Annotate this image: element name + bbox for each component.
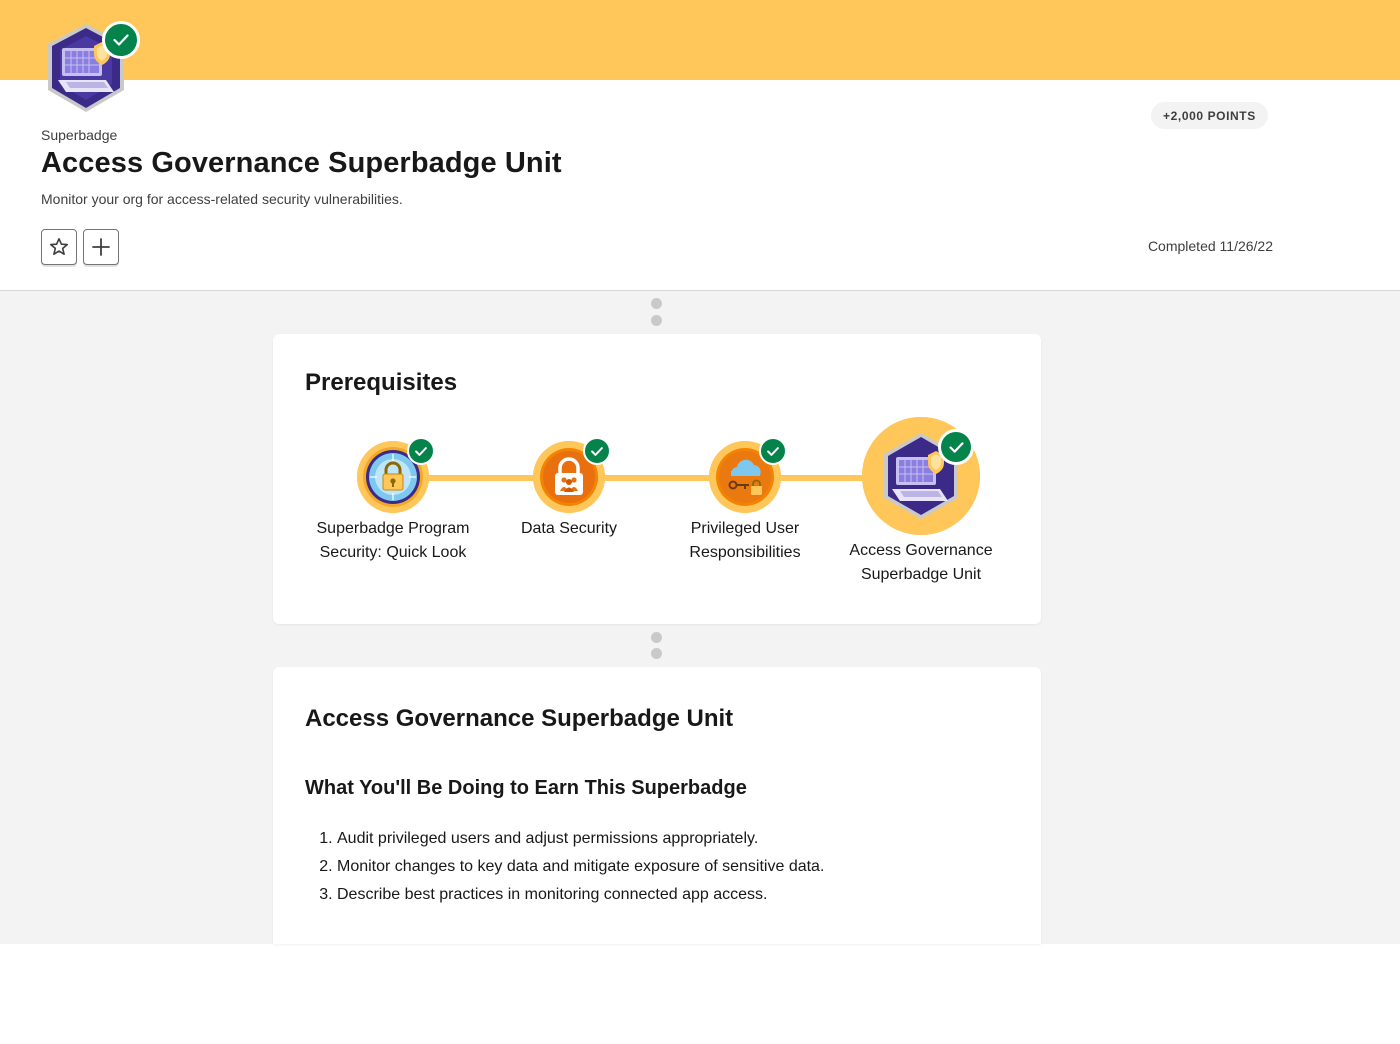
prereq-step-label: Privileged User Responsibilities bbox=[689, 520, 801, 561]
completion-date: Completed 11/26/22 bbox=[1147, 238, 1273, 254]
page-title: Access Governance Superbadge Unit bbox=[41, 147, 562, 179]
task-item: Describe best practices in monitoring co… bbox=[337, 881, 824, 909]
prereq-step-label: Superbadge Program Security: Quick Look bbox=[316, 520, 470, 561]
cloud-key-icon bbox=[709, 437, 787, 513]
connector-dot bbox=[651, 315, 662, 326]
prereq-step-current[interactable]: Access Governance Superbadge Unit bbox=[831, 417, 1011, 587]
connector-dot bbox=[651, 298, 662, 309]
task-item: Audit privileged users and adjust permis… bbox=[337, 825, 824, 853]
laptop-shield-icon bbox=[862, 417, 980, 535]
add-to-trailmix-button[interactable] bbox=[83, 229, 119, 265]
completed-check-icon bbox=[407, 437, 435, 465]
prerequisites-heading: Prerequisites bbox=[305, 369, 458, 396]
connector-dot bbox=[651, 632, 662, 643]
task-item: Monitor changes to key data and mitigate… bbox=[337, 853, 824, 881]
favorite-button[interactable] bbox=[41, 229, 77, 265]
lock-icon bbox=[357, 437, 435, 513]
completed-check-icon bbox=[938, 429, 974, 465]
prereq-step[interactable]: Data Security bbox=[479, 437, 659, 541]
prereq-step[interactable]: Privileged User Responsibilities bbox=[655, 437, 835, 565]
superbadge-hero-icon bbox=[42, 18, 142, 118]
completed-check-icon bbox=[102, 21, 140, 59]
plus-icon bbox=[92, 238, 110, 256]
prereq-step-label: Data Security bbox=[520, 520, 618, 537]
prereq-step-label: Access Governance Superbadge Unit bbox=[849, 542, 993, 583]
unit-card: Access Governance Superbadge Unit What Y… bbox=[273, 667, 1041, 944]
star-icon bbox=[49, 237, 69, 256]
prereq-step[interactable]: Superbadge Program Security: Quick Look bbox=[303, 437, 483, 565]
unit-title: Access Governance Superbadge Unit bbox=[305, 705, 734, 732]
header-banner bbox=[0, 0, 1400, 80]
page-description: Monitor your org for access-related secu… bbox=[41, 191, 403, 207]
content-type-label: Superbadge bbox=[41, 127, 118, 143]
people-lock-icon bbox=[533, 437, 611, 513]
prerequisites-card: Prerequisites Superbadge Program Securit… bbox=[273, 334, 1041, 624]
completed-check-icon bbox=[759, 437, 787, 465]
section-heading: What You'll Be Doing to Earn This Superb… bbox=[305, 777, 747, 799]
connector-dot bbox=[651, 648, 662, 659]
points-badge: +2,000 POINTS bbox=[1151, 102, 1268, 129]
task-list: Audit privileged users and adjust permis… bbox=[305, 825, 824, 909]
completed-check-icon bbox=[583, 437, 611, 465]
